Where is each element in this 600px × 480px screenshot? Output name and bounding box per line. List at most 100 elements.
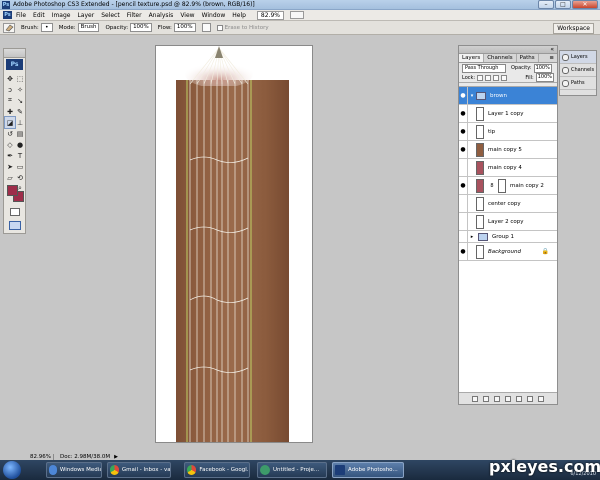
menu-help[interactable]: Help: [232, 10, 246, 21]
brush-picker[interactable]: •: [40, 23, 53, 32]
layer-row[interactable]: center copy: [459, 194, 557, 213]
brush-tool-icon[interactable]: ✎: [15, 106, 25, 117]
foreground-color-swatch[interactable]: [7, 185, 18, 196]
add-mask-icon[interactable]: [494, 395, 500, 402]
visibility-eye-icon[interactable]: ●: [459, 140, 468, 159]
layer-row[interactable]: ▸ Group 1: [459, 230, 557, 243]
layer-row[interactable]: main copy 4: [459, 158, 557, 177]
fill-field[interactable]: 100%: [535, 73, 554, 82]
layer-opacity-field[interactable]: 100%: [533, 63, 552, 73]
opacity-field[interactable]: 100%: [130, 23, 152, 32]
maximize-button[interactable]: □: [555, 0, 571, 9]
tab-layers[interactable]: Layers: [459, 54, 485, 62]
type-tool-icon[interactable]: T: [15, 150, 25, 161]
pen-tool-icon[interactable]: ✒: [5, 150, 15, 161]
toolbox-header[interactable]: [4, 49, 25, 58]
tool-preset-picker[interactable]: [3, 22, 15, 33]
quick-mask-icon[interactable]: [10, 208, 20, 216]
mode-dropdown[interactable]: Brush: [77, 23, 100, 32]
lock-pixels-icon[interactable]: [485, 74, 492, 81]
task-photoshop[interactable]: Adobe Photosho...: [332, 462, 404, 478]
visibility-eye-icon[interactable]: ●: [459, 242, 468, 261]
layer-row[interactable]: ● Layer 1 copy: [459, 104, 557, 123]
layer-row[interactable]: Layer 2 copy: [459, 212, 557, 231]
gradient-tool-icon[interactable]: ▤: [15, 128, 25, 139]
start-button[interactable]: [3, 461, 21, 479]
layer-mask-thumbnail[interactable]: [498, 178, 506, 193]
zoom-level-dropdown[interactable]: 82.9%: [256, 10, 284, 20]
blend-mode-dropdown[interactable]: Pass Through: [462, 63, 506, 73]
dock-paths[interactable]: Paths: [560, 77, 596, 90]
menu-filter[interactable]: Filter: [127, 10, 142, 21]
panel-titlebar[interactable]: «: [459, 46, 557, 54]
visibility-eye-icon[interactable]: [459, 158, 468, 177]
task-facebook[interactable]: Facebook - Googl...: [184, 462, 250, 478]
clone-stamp-icon[interactable]: ⊥: [15, 117, 25, 128]
airbrush-icon[interactable]: [201, 23, 211, 32]
minimize-button[interactable]: –: [538, 0, 554, 9]
new-layer-icon[interactable]: [527, 395, 533, 402]
menu-analysis[interactable]: Analysis: [149, 10, 174, 21]
eyedropper-icon[interactable]: ↘: [15, 95, 25, 106]
notes-tool-icon[interactable]: ▱: [5, 172, 15, 183]
panel-menu-icon[interactable]: ≡: [549, 54, 557, 62]
marquee-tool-icon[interactable]: ⬚: [15, 73, 25, 84]
lock-position-icon[interactable]: [493, 74, 500, 81]
menu-window[interactable]: Window: [202, 10, 226, 21]
visibility-eye-icon[interactable]: [459, 212, 468, 231]
menu-image[interactable]: Image: [52, 10, 71, 21]
menu-layer[interactable]: Layer: [77, 10, 94, 21]
dock-layers[interactable]: Layers: [560, 51, 596, 64]
move-tool-icon[interactable]: ✥: [5, 73, 15, 84]
menu-file[interactable]: File: [16, 10, 26, 21]
workspace-menu[interactable]: Workspace: [553, 23, 594, 34]
visibility-eye-icon[interactable]: ●: [459, 87, 468, 105]
tab-paths[interactable]: Paths: [517, 54, 539, 62]
visibility-eye-icon[interactable]: ●: [459, 176, 468, 195]
expand-triangle-icon[interactable]: ▾: [468, 93, 476, 99]
screen-mode-button[interactable]: [289, 11, 304, 19]
erase-history-checkbox[interactable]: [216, 24, 223, 31]
visibility-eye-icon[interactable]: ●: [459, 122, 468, 141]
dodge-tool-icon[interactable]: ●: [15, 139, 25, 150]
lasso-tool-icon[interactable]: ↄ: [5, 84, 15, 95]
new-group-icon[interactable]: [516, 395, 522, 402]
menu-edit[interactable]: Edit: [33, 10, 45, 21]
layer-row[interactable]: ● tip: [459, 122, 557, 141]
magic-wand-icon[interactable]: ✧: [15, 84, 25, 95]
lock-transparency-icon[interactable]: [477, 74, 484, 81]
delete-layer-icon[interactable]: [538, 395, 544, 402]
link-layers-icon[interactable]: [472, 395, 478, 402]
layer-style-icon[interactable]: [483, 395, 489, 402]
tab-channels[interactable]: Channels: [484, 54, 517, 62]
layer-row[interactable]: ● Background 🔒: [459, 242, 557, 261]
path-select-icon[interactable]: ➤: [5, 161, 15, 172]
history-brush-icon[interactable]: ↺: [5, 128, 15, 139]
healing-brush-icon[interactable]: ✚: [5, 106, 15, 117]
3d-tool-icon[interactable]: ⟲: [15, 172, 25, 183]
crop-tool-icon[interactable]: ⌗: [5, 95, 15, 106]
layer-row[interactable]: ● main copy 5: [459, 140, 557, 159]
menu-view[interactable]: View: [180, 10, 194, 21]
visibility-eye-icon[interactable]: [459, 230, 468, 243]
visibility-eye-icon[interactable]: [459, 194, 468, 213]
visibility-eye-icon[interactable]: ●: [459, 104, 468, 123]
dock-channels[interactable]: Channels: [560, 64, 596, 77]
layer-row[interactable]: ● ▾ brown: [459, 87, 557, 105]
close-button[interactable]: ✕: [572, 0, 598, 9]
panel-collapse-icon[interactable]: «: [550, 46, 554, 54]
expand-triangle-icon[interactable]: ▸: [468, 234, 476, 240]
blur-tool-icon[interactable]: ◇: [5, 139, 15, 150]
screen-mode-icon[interactable]: [9, 221, 21, 230]
document-canvas[interactable]: [155, 45, 313, 443]
eraser-tool-icon[interactable]: ◪: [4, 116, 16, 129]
shape-tool-icon[interactable]: ▭: [15, 161, 25, 172]
menu-select[interactable]: Select: [101, 10, 120, 21]
task-windows-media[interactable]: Windows Media P...: [46, 462, 102, 478]
task-gmail[interactable]: Gmail - Inbox - va...: [107, 462, 171, 478]
layer-row[interactable]: ● 8 main copy 2: [459, 176, 557, 195]
task-untitled-project[interactable]: Untitled - Proje...: [257, 462, 327, 478]
lock-all-icon[interactable]: [501, 74, 508, 81]
flow-field[interactable]: 100%: [173, 23, 196, 32]
adjustment-layer-icon[interactable]: [505, 395, 511, 402]
